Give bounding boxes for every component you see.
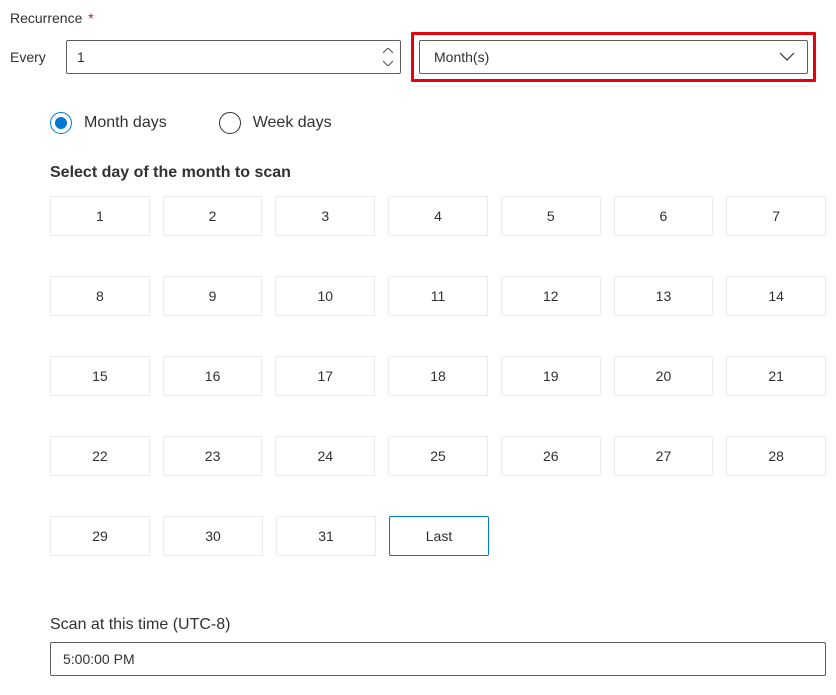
day-cell-26[interactable]: 26 [501, 436, 601, 476]
day-type-radio-group: Month days Week days [10, 112, 826, 134]
radio-dot-icon [55, 117, 67, 129]
day-row: 22 23 24 25 26 27 28 [50, 436, 826, 476]
interval-field-wrap [66, 40, 401, 74]
day-cell-13[interactable]: 13 [614, 276, 714, 316]
month-days-grid: 1234567891011121314151617181920212223242… [50, 196, 826, 556]
radio-circle-icon [219, 112, 241, 134]
day-cell-29[interactable]: 29 [50, 516, 150, 556]
day-cell-21[interactable]: 21 [726, 356, 826, 396]
time-section: Scan at this time (UTC-8) [10, 616, 826, 676]
day-cell-22[interactable]: 22 [50, 436, 150, 476]
unit-select-value: Month(s) [434, 49, 489, 65]
day-cell-10[interactable]: 10 [275, 276, 375, 316]
day-cell-last[interactable]: Last [389, 516, 489, 556]
interval-decrement-button[interactable] [381, 58, 395, 68]
chevron-down-icon [779, 49, 795, 65]
day-type-radio-0[interactable]: Month days [50, 112, 167, 134]
day-cell-6[interactable]: 6 [614, 196, 714, 236]
day-type-radio-1[interactable]: Week days [219, 112, 332, 134]
day-cell-28[interactable]: 28 [726, 436, 826, 476]
day-cell-30[interactable]: 30 [163, 516, 263, 556]
day-cell-23[interactable]: 23 [163, 436, 263, 476]
unit-select-highlight: Month(s) [411, 32, 816, 82]
interval-row: Every Month(s) [10, 32, 826, 82]
chevron-down-icon [383, 60, 393, 66]
unit-select[interactable]: Month(s) [419, 40, 808, 74]
day-cell-20[interactable]: 20 [614, 356, 714, 396]
day-cell-31[interactable]: 31 [276, 516, 376, 556]
day-cell-18[interactable]: 18 [388, 356, 488, 396]
interval-increment-button[interactable] [381, 46, 395, 56]
day-cell-7[interactable]: 7 [726, 196, 826, 236]
day-row: 89 10 11 12 13 14 [50, 276, 826, 316]
scan-time-input[interactable] [50, 642, 826, 676]
day-row: 15 16 17 18 19 20 21 [50, 356, 826, 396]
day-cell-16[interactable]: 16 [163, 356, 263, 396]
day-cell-24[interactable]: 24 [275, 436, 375, 476]
radio-label: Week days [253, 114, 332, 132]
chevron-up-icon [383, 48, 393, 54]
day-cell-19[interactable]: 19 [501, 356, 601, 396]
every-label: Every [10, 49, 56, 65]
day-cell-5[interactable]: 5 [501, 196, 601, 236]
recurrence-label: Recurrence * [10, 10, 826, 26]
day-cell-11[interactable]: 11 [388, 276, 488, 316]
day-cell-15[interactable]: 15 [50, 356, 150, 396]
day-cell-2[interactable]: 2 [163, 196, 263, 236]
scan-time-label: Scan at this time (UTC-8) [50, 616, 826, 634]
interval-input[interactable] [66, 40, 401, 74]
day-cell-1[interactable]: 1 [50, 196, 150, 236]
day-cell-14[interactable]: 14 [726, 276, 826, 316]
day-row: 29 30 31 Last [50, 516, 826, 556]
month-days-section: Select day of the month to scan 12345678… [10, 164, 826, 556]
required-asterisk: * [88, 10, 93, 26]
day-cell-3[interactable]: 3 [275, 196, 375, 236]
day-row: 1234567 [50, 196, 826, 236]
radio-label: Month days [84, 114, 167, 132]
day-cell-27[interactable]: 27 [614, 436, 714, 476]
day-cell-12[interactable]: 12 [501, 276, 601, 316]
day-cell-8[interactable]: 8 [50, 276, 150, 316]
day-cell-17[interactable]: 17 [275, 356, 375, 396]
interval-spin-controls [381, 46, 395, 68]
day-cell-25[interactable]: 25 [388, 436, 488, 476]
day-cell-4[interactable]: 4 [388, 196, 488, 236]
month-days-heading: Select day of the month to scan [50, 164, 826, 182]
recurrence-label-text: Recurrence [10, 10, 82, 26]
radio-circle-icon [50, 112, 72, 134]
day-cell-9[interactable]: 9 [163, 276, 263, 316]
